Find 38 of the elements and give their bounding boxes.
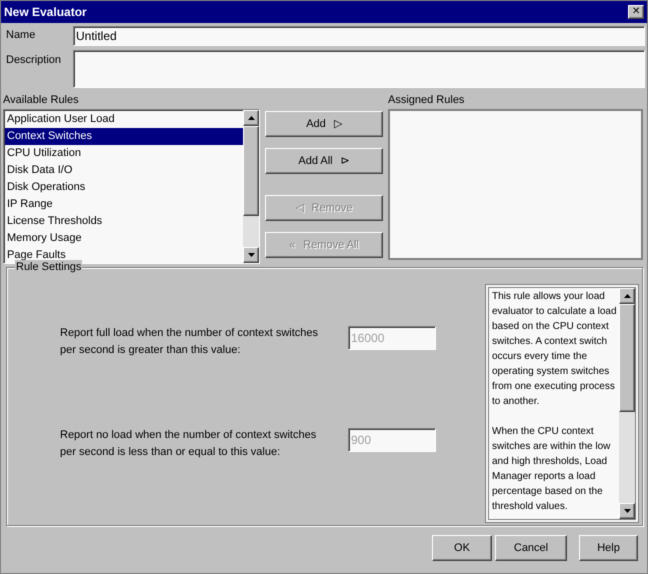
list-item[interactable]: License Thresholds [5,212,243,230]
close-button[interactable]: ✕ [628,5,644,19]
list-item[interactable]: Application User Load [5,110,243,128]
scroll-thumb[interactable] [243,126,259,216]
list-item[interactable]: Disk Operations [5,178,243,196]
scroll-up-button[interactable] [243,110,259,126]
dialog-button[interactable]: Cancel [495,535,567,561]
name-field[interactable]: Untitled [73,26,645,46]
scroll-down-button[interactable] [243,246,259,262]
description-field[interactable] [73,50,645,88]
list-item[interactable]: Disk Data I/O [5,162,243,178]
down-arrow-icon [248,252,254,256]
list-item[interactable]: Context Switches [5,128,243,144]
setting-label: Report no load when the number of context switches per second is less than or equal to this value: [60,428,318,460]
down-arrow-icon [624,509,630,513]
up-arrow-icon [624,294,630,298]
help-paragraph: When the CPU context switches are within the low and high thresholds, Load Manager reports a load percentage based on the threshold values. [492,425,612,514]
scroll-down-button[interactable] [619,503,635,519]
list-label: Assigned Rules [388,93,466,108]
move-button[interactable]: Add ▷ [265,111,383,137]
scrollbar[interactable] [243,110,259,262]
up-arrow-icon [248,116,254,120]
window-title: New Evaluator [4,4,87,21]
field-label: Description [5,53,62,68]
list-item[interactable]: CPU Utilization [5,144,243,162]
list-item[interactable]: Memory Usage [5,230,243,246]
help-paragraph: This rule allows your load evaluator to calculate a load based on the CPU context switches. A context switch occurs every time the operating system switches from one executing process to another. [492,290,618,409]
setting-label: Report full load when the number of context switches per second is greater than this value: [60,326,320,358]
scrollbar[interactable] [619,288,635,519]
scroll-thumb[interactable] [619,304,635,412]
scroll-up-button[interactable] [619,288,635,304]
field-label: Name [5,28,36,43]
list-label: Available Rules [3,93,80,108]
dialog-button[interactable]: Help [579,535,638,561]
list-item[interactable]: IP Range [5,196,243,212]
dialog-button[interactable]: OK [432,535,492,561]
move-button[interactable]: Add All ⊳ [265,148,383,174]
group-title: Rule Settings [15,260,82,274]
